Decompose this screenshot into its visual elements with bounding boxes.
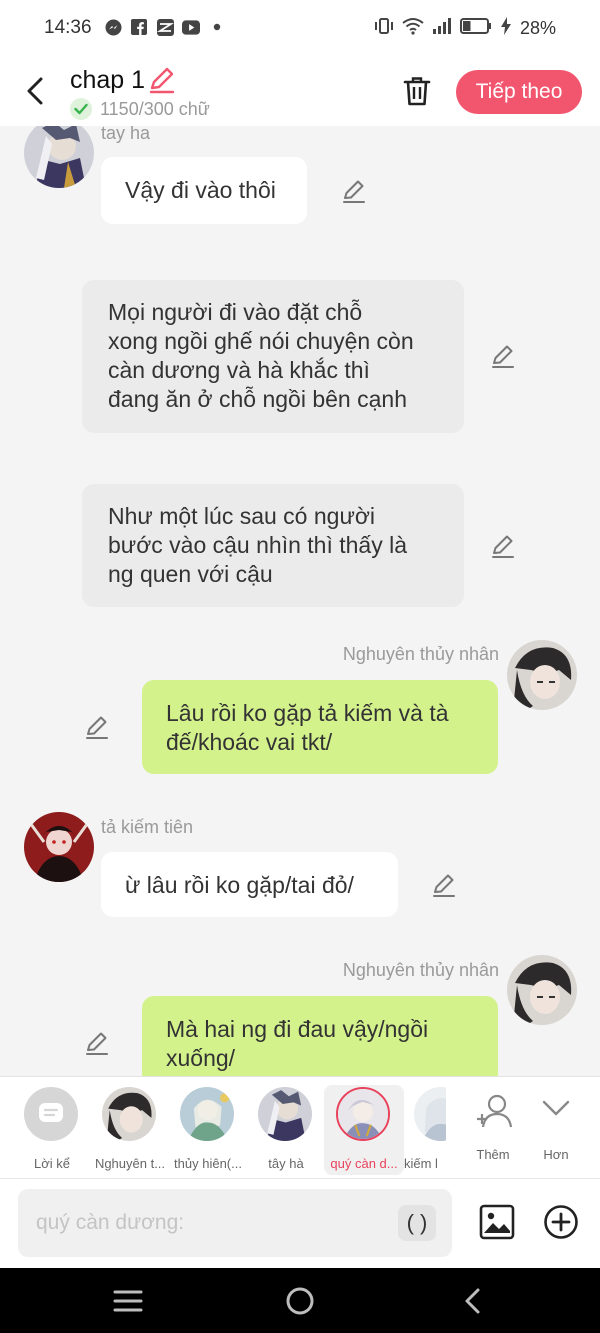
status-time: 14:36 <box>44 17 92 38</box>
sender-name: Nghuyên thủy nhân <box>342 644 499 664</box>
chapter-title[interactable]: chap 1 <box>70 66 145 95</box>
character-label: Nghuyên t... <box>94 1156 166 1171</box>
message-input[interactable] <box>18 1189 452 1257</box>
chevron-down-icon <box>542 1099 570 1122</box>
dot-icon <box>208 18 226 36</box>
character-avatar <box>180 1087 234 1141</box>
character-selector: Lời kể Nghuyên t... thủy hiên(... tây hà… <box>0 1076 600 1178</box>
image-button[interactable] <box>478 1203 516 1241</box>
next-button[interactable]: Tiếp theo <box>456 70 582 114</box>
narrator-icon <box>24 1087 78 1141</box>
signal-icon <box>432 17 452 40</box>
character-nghuyen[interactable]: Nghuyên t... <box>90 1085 170 1175</box>
avatar-nghuyen-thuy-nhan[interactable] <box>507 640 577 710</box>
sender-name: tay ha <box>101 126 151 143</box>
system-back-button[interactable] <box>455 1284 489 1318</box>
charging-icon <box>500 17 512 40</box>
image-icon <box>479 1204 515 1240</box>
character-label: kiếm l <box>404 1156 438 1171</box>
character-thuy-hien[interactable]: thủy hiên(... <box>168 1085 248 1175</box>
character-kiem[interactable]: kiếm l <box>402 1085 446 1175</box>
sender-name: Nghuyên thủy nhân <box>342 960 499 980</box>
edit-message-icon[interactable] <box>340 177 368 205</box>
character-avatar <box>414 1087 446 1141</box>
character-avatar <box>258 1087 312 1141</box>
check-icon <box>70 98 92 120</box>
character-narrator[interactable]: Lời kể <box>12 1085 92 1175</box>
capcut-icon <box>156 18 174 36</box>
action-paren-button[interactable]: ( ) <box>398 1205 436 1241</box>
narration-bubble[interactable]: Mọi người đi vào đặt chỗ xong ngồi ghế n… <box>82 280 464 433</box>
recents-button[interactable] <box>111 1284 145 1318</box>
home-circle-icon <box>286 1287 314 1315</box>
back-chevron-icon <box>465 1288 480 1314</box>
word-count: 1150/300 chữ <box>100 98 210 119</box>
home-button[interactable] <box>283 1284 317 1318</box>
avatar-ta-kiem-tien[interactable] <box>24 812 94 882</box>
more-button[interactable]: Hơn <box>516 1085 596 1175</box>
messenger-icon <box>104 18 122 36</box>
system-nav-bar <box>0 1268 600 1333</box>
edit-message-icon[interactable] <box>430 871 458 899</box>
menu-icon <box>113 1290 143 1312</box>
vibrate-icon <box>374 17 394 40</box>
battery-percent: 28% <box>519 18 556 38</box>
character-avatar <box>102 1087 156 1141</box>
status-right: 28% <box>374 17 556 40</box>
trash-icon <box>403 77 431 106</box>
message-bubble[interactable]: Mà hai ng đi đau vậy/ngồi xuống/ <box>142 996 498 1076</box>
character-label: thủy hiên(... <box>174 1156 242 1171</box>
avatar-tay-ha[interactable] <box>24 126 94 188</box>
character-label: tây hà <box>268 1156 304 1171</box>
word-count-row: 1150/300 chữ <box>70 98 210 120</box>
title-edit-icon[interactable] <box>148 66 176 94</box>
character-label: quý càn d... <box>330 1156 398 1171</box>
edit-message-icon[interactable] <box>489 342 517 370</box>
wifi-icon <box>402 17 424 40</box>
character-tay-ha[interactable]: tây hà <box>246 1085 326 1175</box>
edit-message-icon[interactable] <box>83 1029 111 1057</box>
input-bar: ( ) <box>0 1178 600 1268</box>
facebook-icon <box>130 18 148 36</box>
sender-name: tả kiếm tiên <box>101 817 194 837</box>
chat-area[interactable]: tay ha Vậy đi vào thôi Mọi người đi vào … <box>0 126 600 1076</box>
youtube-icon <box>182 18 200 36</box>
edit-message-icon[interactable] <box>489 532 517 560</box>
add-person-icon <box>475 1093 513 1134</box>
character-avatar <box>336 1087 390 1141</box>
plus-circle-icon <box>544 1205 578 1239</box>
message-bubble[interactable]: ừ lâu rồi ko gặp/tai đỏ/ <box>101 852 398 917</box>
notification-icons <box>104 18 226 36</box>
delete-button[interactable] <box>400 74 434 108</box>
back-button[interactable] <box>18 72 52 110</box>
character-label: Hơn <box>543 1147 569 1162</box>
message-bubble[interactable]: Vậy đi vào thôi <box>101 157 307 224</box>
battery-icon <box>459 18 492 39</box>
character-label: Lời kể <box>34 1156 70 1171</box>
status-bar: 14:36 28% <box>0 0 600 58</box>
message-bubble[interactable]: Lâu rồi ko gặp tả kiếm và tà đế/khoác va… <box>142 680 498 774</box>
editor-header: chap 1 1150/300 chữ Tiếp theo <box>0 58 600 126</box>
character-quy-can-duong[interactable]: quý càn d... <box>324 1085 404 1175</box>
back-arrow-icon <box>27 77 43 105</box>
avatar-nghuyen-thuy-nhan[interactable] <box>507 955 577 1025</box>
edit-message-icon[interactable] <box>83 713 111 741</box>
add-button[interactable] <box>542 1203 580 1241</box>
narration-bubble[interactable]: Như một lúc sau có người bước vào cậu nh… <box>82 484 464 607</box>
